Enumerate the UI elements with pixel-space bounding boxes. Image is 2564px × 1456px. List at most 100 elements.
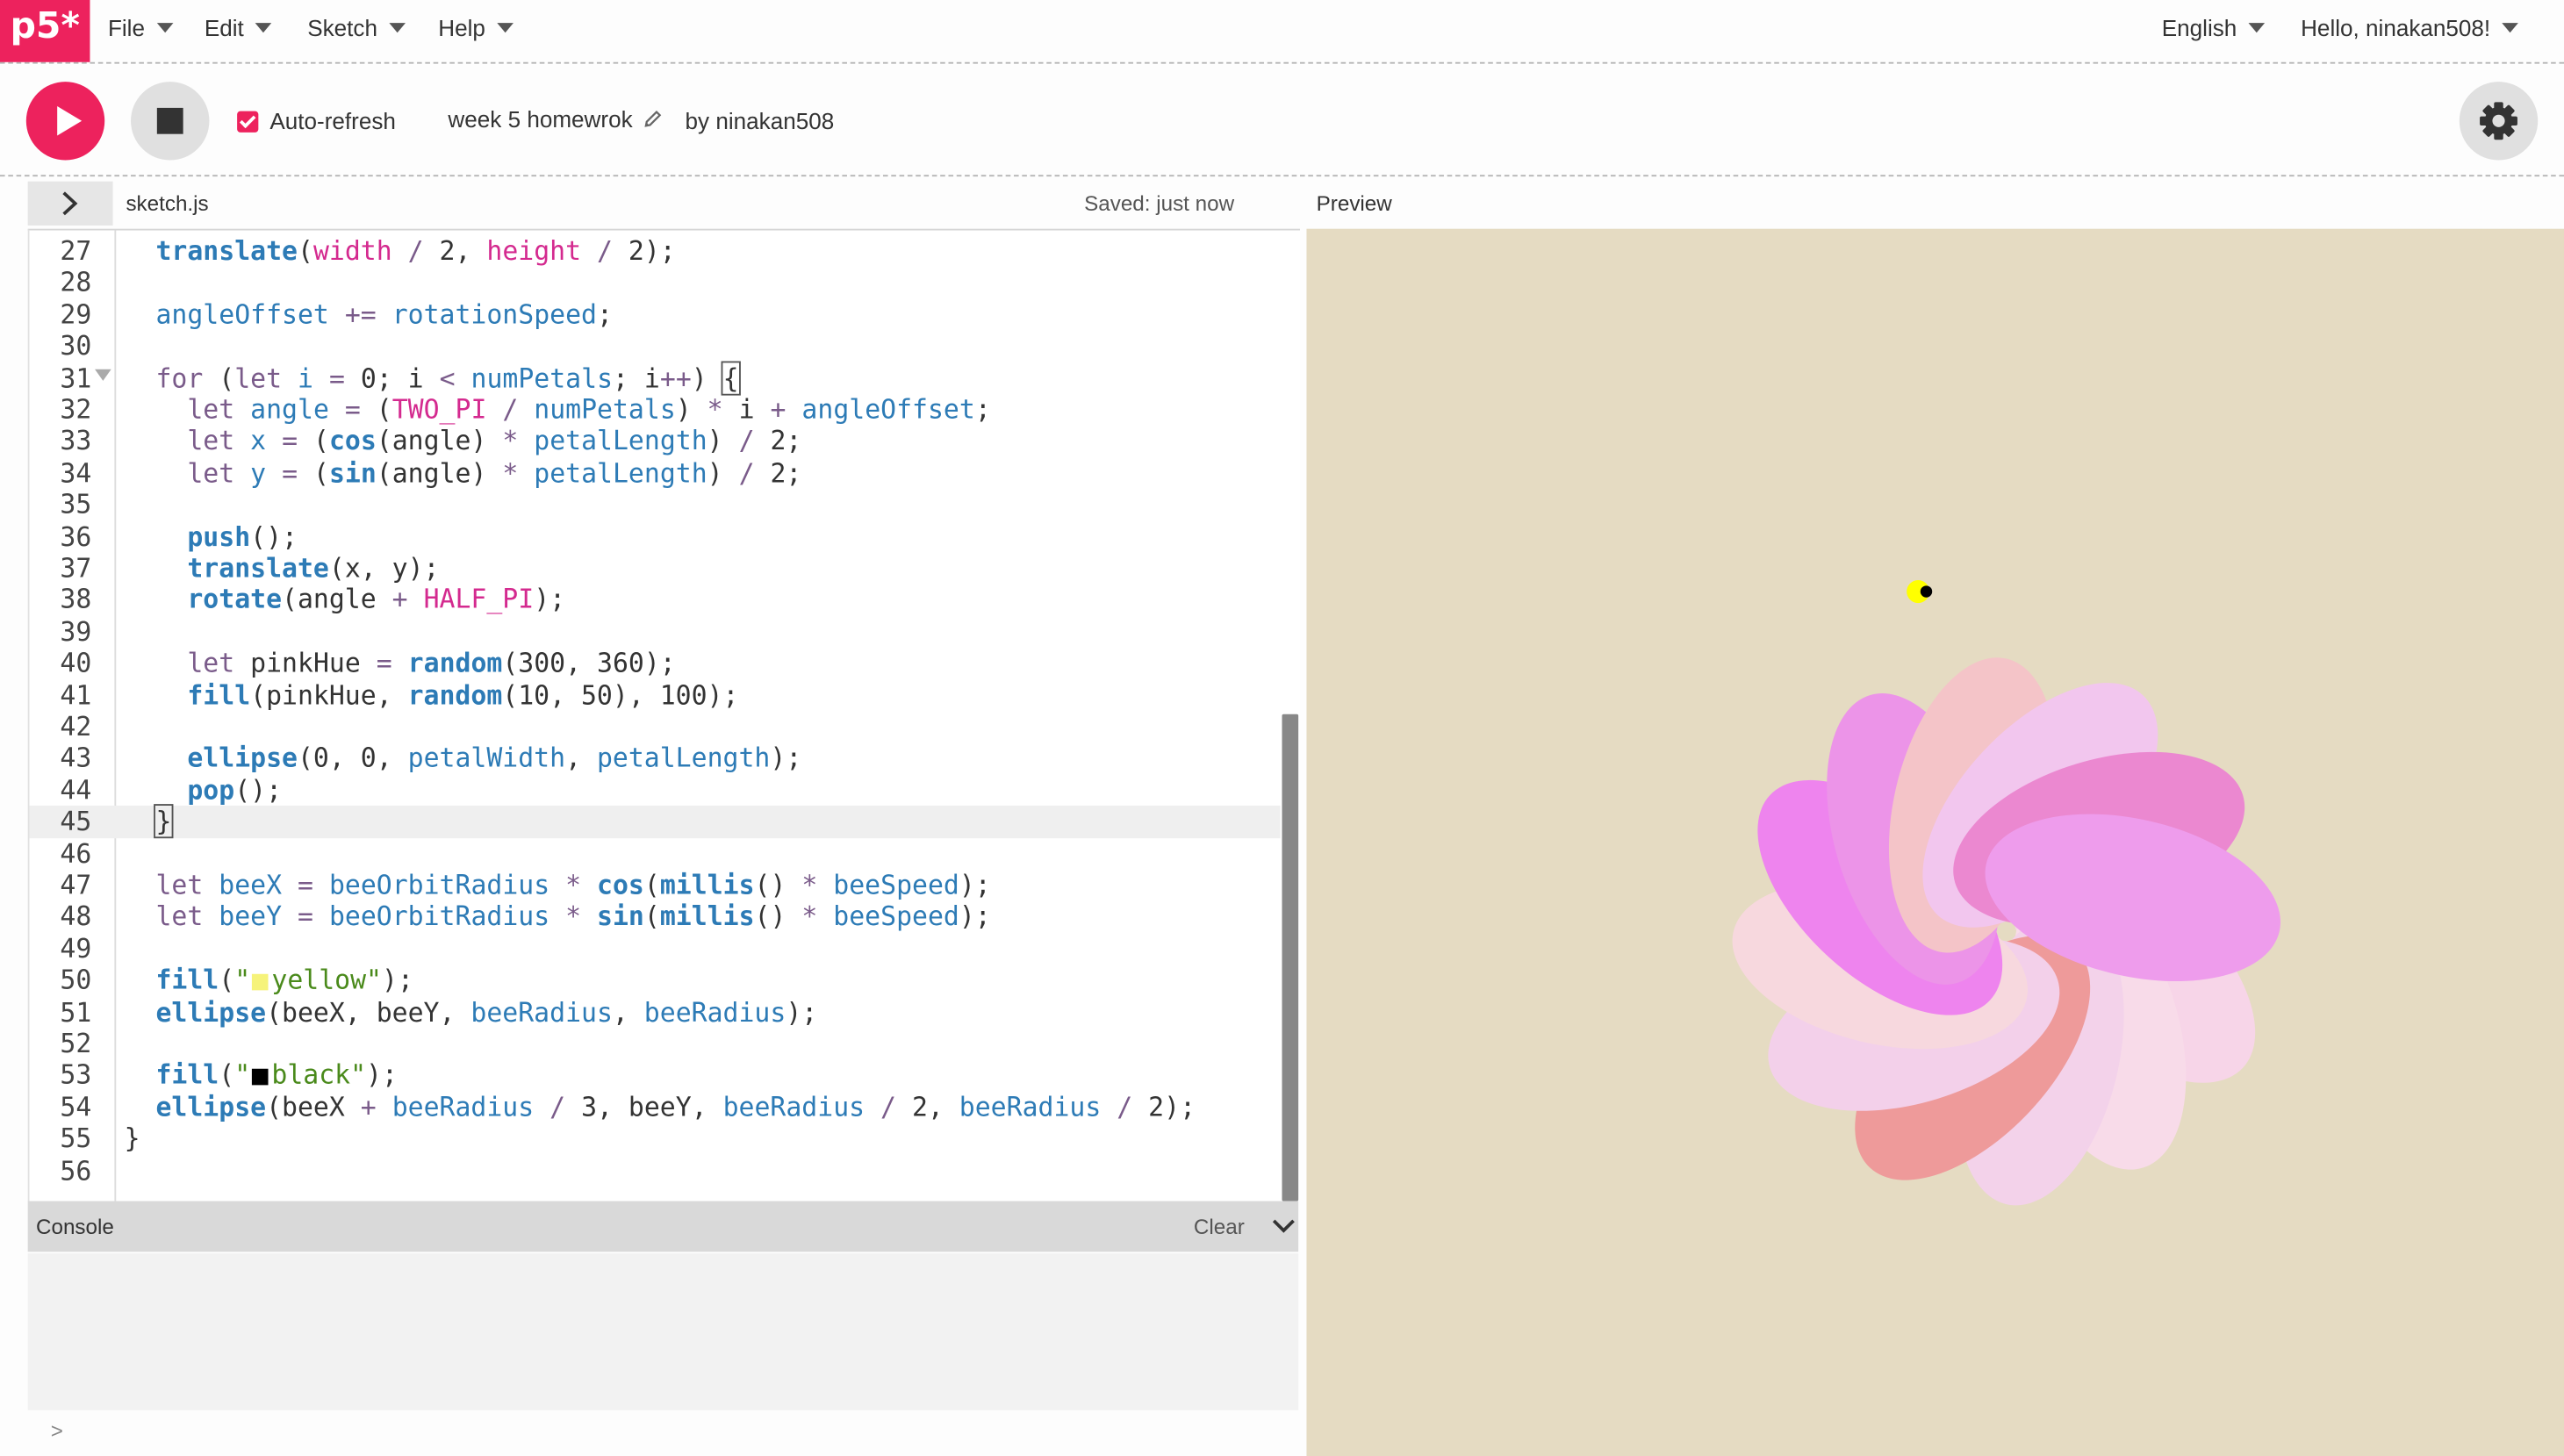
chevron-down-icon[interactable] <box>1269 1209 1299 1242</box>
code-line[interactable]: 46 <box>30 837 1281 869</box>
code-line[interactable]: 53 fill(" black"); <box>30 1059 1281 1091</box>
code-line[interactable]: 36 push(); <box>30 520 1281 552</box>
language-menu[interactable]: English <box>2162 15 2265 41</box>
user-menu[interactable]: Hello, ninakan508! <box>2301 15 2518 41</box>
menu-help[interactable]: Help <box>438 14 514 41</box>
code-line[interactable]: 50 fill(" yellow"); <box>30 965 1281 996</box>
line-number: 42 <box>60 710 92 742</box>
code-line[interactable]: 30 <box>30 330 1281 362</box>
chevron-down-icon <box>389 23 406 33</box>
menu-sketch-label: Sketch <box>307 14 377 41</box>
play-icon <box>57 106 83 136</box>
line-number: 50 <box>60 964 92 996</box>
line-number: 52 <box>60 1028 92 1059</box>
p5-logo[interactable]: p5* <box>0 0 90 62</box>
code-line[interactable]: 49 <box>30 933 1281 965</box>
code-line[interactable]: 43 ellipse(0, 0, petalWidth, petalLength… <box>30 742 1281 774</box>
flower <box>1732 657 2280 1206</box>
code-line[interactable]: 32 let angle = (TWO_PI / numPetals) * i … <box>30 394 1281 426</box>
code-line[interactable]: 40 let pinkHue = random(300, 360); <box>30 648 1281 679</box>
chevron-down-icon <box>496 23 514 33</box>
code-text: fill(" black"); <box>155 1059 398 1091</box>
auto-refresh-label: Auto-refresh <box>269 107 396 134</box>
code-line[interactable]: 28 <box>30 267 1281 298</box>
code-text: fill(" yellow"); <box>155 964 413 996</box>
menu-edit[interactable]: Edit <box>205 15 272 41</box>
console-clear-button[interactable]: Clear <box>1194 1214 1245 1238</box>
menu-edit-label: Edit <box>204 14 244 41</box>
line-number: 29 <box>60 298 92 330</box>
menu-file-label: File <box>107 14 145 41</box>
code-line[interactable]: 29 angleOffset += rotationSpeed; <box>30 298 1281 330</box>
auto-refresh-checkbox[interactable] <box>237 110 259 132</box>
menu-file[interactable]: File <box>108 15 173 41</box>
code-line[interactable]: 51 ellipse(beeX, beeY, beeRadius, beeRad… <box>30 996 1281 1028</box>
auto-refresh-toggle[interactable]: Auto-refresh <box>237 108 396 134</box>
file-tab[interactable]: sketch.js <box>126 191 208 216</box>
code-editor[interactable]: 27 translate(width / 2, height / 2); 28 … <box>27 228 1301 1201</box>
line-number: 35 <box>60 489 92 520</box>
console-input[interactable]: > <box>27 1411 1299 1456</box>
code-text: let beeX = beeOrbitRadius * cos(millis()… <box>155 869 991 900</box>
code-line[interactable]: 41 fill(pinkHue, random(10, 50), 100); <box>30 679 1281 711</box>
saved-status: Saved: just now <box>1084 190 1235 216</box>
code-line[interactable]: 56 <box>30 1155 1281 1187</box>
code-line[interactable]: 31 for (let i = 0; i < numPetals; i++) { <box>30 360 1281 395</box>
code-text: push(); <box>187 520 298 552</box>
code-line[interactable]: 42 <box>30 711 1281 742</box>
console-header: Console Clear <box>27 1201 1299 1252</box>
fold-arrow-icon[interactable] <box>95 369 111 381</box>
line-number: 56 <box>60 1154 92 1187</box>
console-prompt-icon: > <box>50 1418 63 1444</box>
chevron-right-icon <box>62 191 78 216</box>
menu-sketch[interactable]: Sketch <box>307 14 406 41</box>
code-line[interactable]: 27 translate(width / 2, height / 2); <box>30 235 1281 267</box>
line-number: 34 <box>60 456 92 489</box>
code-line[interactable]: 47 let beeX = beeOrbitRadius * cos(milli… <box>30 870 1281 901</box>
line-number: 48 <box>60 900 92 933</box>
code-text: pop(); <box>187 774 283 806</box>
user-greeting: Hello, ninakan508! <box>2301 14 2491 41</box>
code-line[interactable]: 44 pop(); <box>30 774 1281 806</box>
chevron-down-icon <box>255 23 272 33</box>
pencil-icon[interactable] <box>643 110 662 129</box>
line-number: 53 <box>60 1059 92 1091</box>
line-number: 51 <box>60 996 92 1028</box>
code-line[interactable]: 33 let x = (cos(angle) * petalLength) / … <box>30 426 1281 457</box>
code-line[interactable]: 48 let beeY = beeOrbitRadius * sin(milli… <box>30 901 1281 933</box>
bee-eye <box>1920 585 1933 598</box>
code-line[interactable]: 34 let y = (sin(angle) * petalLength) / … <box>30 457 1281 489</box>
chevron-down-icon <box>2248 23 2265 33</box>
code-line[interactable]: 55} <box>30 1123 1281 1155</box>
code-line[interactable]: 38 rotate(angle + HALF_PI); <box>30 584 1281 615</box>
sidebar-toggle-button[interactable] <box>27 181 113 226</box>
code-line[interactable]: 39 <box>30 616 1281 648</box>
sketch-name[interactable]: week 5 homewrok <box>448 106 662 133</box>
code-line[interactable]: 54 ellipse(beeX + beeRadius / 3, beeY, b… <box>30 1091 1281 1122</box>
line-number: 45 <box>60 806 92 837</box>
preview-label: Preview <box>1316 190 1392 216</box>
line-number: 32 <box>60 393 92 426</box>
code-line[interactable]: 35 <box>30 489 1281 520</box>
menu-help-label: Help <box>438 14 485 41</box>
language-label: English <box>2161 14 2237 41</box>
code-line[interactable]: 37 translate(x, y); <box>30 552 1281 584</box>
line-number: 39 <box>60 615 92 647</box>
console-output <box>27 1253 1299 1410</box>
editor-scrollbar-thumb[interactable] <box>1282 714 1299 1201</box>
code-line[interactable]: 52 <box>30 1028 1281 1059</box>
line-number: 36 <box>60 520 92 552</box>
line-number: 44 <box>60 774 92 806</box>
settings-button[interactable] <box>2459 82 2539 161</box>
stop-button[interactable] <box>131 82 210 161</box>
gear-icon <box>2480 102 2517 140</box>
preview-canvas[interactable] <box>1306 228 2564 1456</box>
sketch-owner[interactable]: by ninakan508 <box>686 108 835 134</box>
yellow-color-swatch-icon[interactable] <box>252 974 269 991</box>
code-text: ellipse(beeX, beeY, beeRadius, beeRadius… <box>155 996 818 1028</box>
black-color-swatch-icon[interactable] <box>252 1069 269 1087</box>
code-line-active[interactable]: 45 } <box>29 804 1281 839</box>
chevron-down-icon <box>156 23 173 33</box>
code-text: fill(pinkHue, random(10, 50), 100); <box>187 678 739 711</box>
play-button[interactable] <box>25 82 105 161</box>
